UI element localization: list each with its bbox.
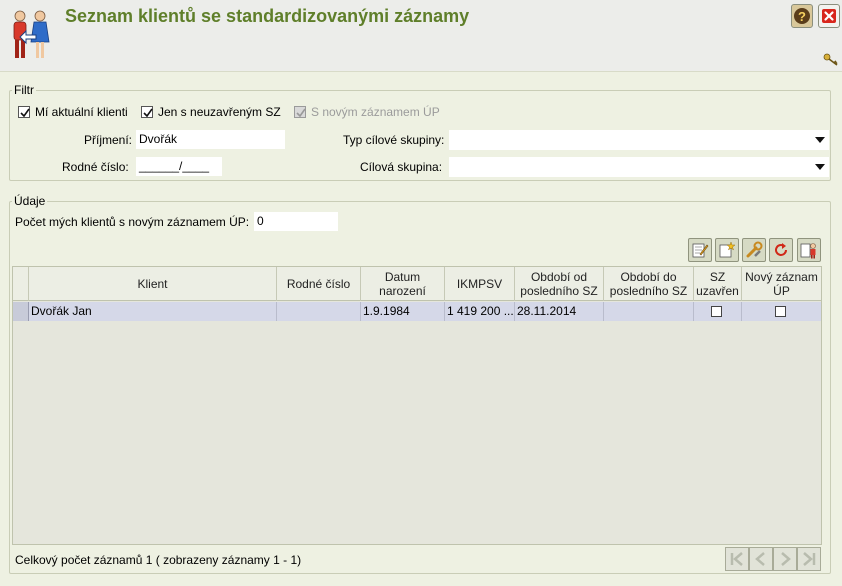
tools-icon [746, 241, 763, 258]
last-page-icon [803, 552, 816, 566]
column-header-sz-uzavren[interactable]: SZ uzavřen [694, 267, 742, 301]
next-page-button[interactable] [773, 547, 797, 571]
chevron-right-icon [781, 552, 791, 566]
edit-icon [692, 243, 709, 258]
column-header-datum-narozeni[interactable]: Datum narození [361, 267, 445, 301]
row-header[interactable] [13, 302, 29, 321]
record-count-summary: Celkový počet záznamů 1 ( zobrazeny zázn… [15, 553, 302, 567]
refresh-button[interactable] [769, 238, 793, 262]
svg-text:?: ? [798, 9, 806, 24]
help-icon: ? [794, 8, 810, 24]
close-icon [822, 9, 836, 23]
cell-rodne-cislo [277, 302, 361, 321]
column-header-klient[interactable]: Klient [29, 267, 277, 301]
checkmark-icon [20, 108, 30, 118]
checkmark-icon [143, 108, 153, 118]
filter-legend: Filtr [14, 83, 34, 97]
cell-obdobi-do [604, 302, 694, 321]
my-current-clients-label: Mí aktuální klienti [35, 105, 128, 119]
chevron-down-icon [815, 137, 825, 143]
surname-input[interactable]: Dvořák [136, 130, 285, 149]
table-row[interactable]: Dvořák Jan 1.9.1984 1 419 200 ... 28.11.… [13, 302, 821, 321]
my-current-clients-checkbox[interactable] [18, 106, 30, 118]
new-up-record-checkbox[interactable] [294, 106, 306, 118]
checkmark-icon [296, 108, 306, 118]
birth-number-input[interactable]: ______/____ [136, 157, 222, 176]
clients-table: Klient Rodné číslo Datum narození IKMPSV… [12, 266, 822, 545]
new-up-record-row-checkbox[interactable] [775, 306, 786, 317]
last-page-button[interactable] [797, 547, 821, 571]
cell-datum-narozeni: 1.9.1984 [361, 302, 445, 321]
target-group-type-select[interactable] [449, 130, 829, 150]
first-page-icon [730, 552, 743, 566]
surname-label: Příjmení: [84, 133, 133, 147]
birth-number-label: Rodné číslo: [62, 160, 129, 174]
first-page-button[interactable] [725, 547, 749, 571]
new-record-button[interactable] [715, 238, 739, 262]
window-header: Seznam klientů se standardizovanými zázn… [0, 0, 842, 72]
cell-obdobi-od: 28.11.2014 [515, 302, 604, 321]
cell-klient: Dvořák Jan [29, 302, 277, 321]
new-up-record-label: S novým záznamem ÚP [311, 105, 440, 119]
open-sz-only-label: Jen s neuzavřeným SZ [158, 105, 281, 119]
target-group-select[interactable] [449, 157, 829, 177]
new-record-icon [719, 241, 736, 258]
key-icon[interactable] [823, 53, 839, 67]
target-group-type-label: Typ cílové skupiny: [343, 133, 445, 147]
clients-logo-icon [13, 10, 50, 58]
column-header-novy-zaznam-up[interactable]: Nový záznam ÚP [742, 267, 821, 301]
previous-page-button[interactable] [749, 547, 773, 571]
edit-button[interactable] [688, 238, 712, 262]
column-header-obdobi-od[interactable]: Období od posledního SZ [515, 267, 604, 301]
chevron-left-icon [755, 552, 765, 566]
help-button[interactable]: ? [791, 4, 813, 28]
column-header-rodne-cislo[interactable]: Rodné číslo [277, 267, 361, 301]
tools-button[interactable] [742, 238, 766, 262]
column-header-ikmpsv[interactable]: IKMPSV [445, 267, 515, 301]
cell-ikmpsv: 1 419 200 ... [445, 302, 515, 321]
refresh-icon [775, 243, 787, 256]
client-detail-button[interactable] [797, 238, 821, 262]
table-header: Klient Rodné číslo Datum narození IKMPSV… [13, 267, 821, 301]
client-detail-icon [800, 243, 816, 259]
data-legend: Údaje [14, 194, 46, 208]
new-up-count-label: Počet mých klientů s novým záznamem ÚP: [15, 215, 250, 229]
page-title: Seznam klientů se standardizovanými zázn… [65, 6, 470, 26]
cell-novy-zaznam-up [742, 302, 821, 321]
chevron-down-icon [815, 164, 825, 170]
new-up-count-value: 0 [254, 212, 338, 231]
sz-closed-checkbox[interactable] [711, 306, 722, 317]
target-group-label: Cílová skupina: [360, 160, 443, 174]
row-header-corner [13, 267, 29, 301]
column-header-obdobi-do[interactable]: Období do posledního SZ [604, 267, 694, 301]
cell-sz-uzavren [694, 302, 742, 321]
close-button[interactable] [818, 4, 840, 28]
open-sz-only-checkbox[interactable] [141, 106, 153, 118]
